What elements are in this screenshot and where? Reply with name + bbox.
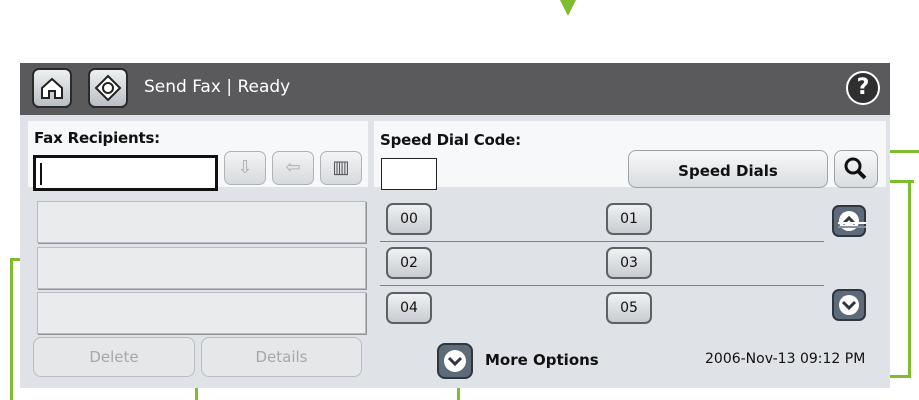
speed-dial-code-04[interactable]: 04: [386, 292, 432, 324]
delete-button[interactable]: Delete: [33, 337, 195, 377]
search-icon: [844, 157, 867, 180]
title-bar: Send Fax | Ready ?: [20, 63, 890, 115]
send-fax-icon: [94, 74, 122, 102]
speed-dial-code-label: Speed Dial Code:: [380, 131, 521, 149]
chevron-down-icon: [444, 350, 466, 372]
callout-line: [908, 180, 911, 377]
list-divider: [380, 241, 824, 242]
scroll-thumb[interactable]: [838, 222, 866, 228]
speed-dial-code-02[interactable]: 02: [386, 247, 432, 279]
backspace-button[interactable]: ⇦: [272, 151, 314, 185]
address-book-icon: ▥: [332, 157, 350, 178]
speed-dial-code-00[interactable]: 00: [386, 203, 432, 235]
home-icon: [41, 77, 63, 99]
callout-line: [10, 258, 13, 400]
fax-recipients-label: Fax Recipients:: [34, 129, 160, 147]
speed-dial-code-05[interactable]: 05: [606, 292, 652, 324]
time-text: 09:12 PM: [799, 351, 866, 367]
scroll-up-button[interactable]: [832, 205, 866, 237]
date-text: 2006-Nov-13: [705, 351, 796, 367]
callout-line: [457, 386, 460, 400]
send-fax-icon-button: [88, 68, 128, 108]
address-book-button[interactable]: ▥: [320, 151, 362, 185]
speed-dial-code-input[interactable]: [381, 158, 437, 190]
speed-dial-code-03[interactable]: 03: [606, 247, 652, 279]
more-options-label[interactable]: More Options: [485, 351, 599, 369]
speed-dials-button[interactable]: Speed Dials: [628, 150, 828, 188]
page-title: Send Fax | Ready: [144, 77, 291, 97]
more-options-button[interactable]: [437, 343, 473, 379]
arrow-left-icon: ⇦: [285, 157, 301, 178]
fax-number-input[interactable]: [33, 155, 218, 191]
recipient-row-1[interactable]: [37, 201, 366, 243]
speed-dial-list: [378, 199, 826, 330]
callout-arrow-top: [560, 0, 576, 16]
chevron-up-icon: [839, 211, 859, 231]
recipient-row-3[interactable]: [37, 292, 366, 334]
scroll-down-button[interactable]: [832, 289, 866, 321]
add-recipient-button[interactable]: ⇩: [224, 151, 266, 185]
arrow-down-icon: ⇩: [237, 157, 253, 178]
text-cursor: [40, 163, 42, 185]
list-divider: [380, 285, 824, 286]
home-button[interactable]: [32, 68, 72, 108]
help-button[interactable]: ?: [846, 71, 880, 105]
speed-dial-code-01[interactable]: 01: [606, 203, 652, 235]
details-button[interactable]: Details: [201, 337, 362, 377]
date-time: 2006-Nov-13 09:12 PM: [705, 351, 865, 367]
chevron-down-icon: [839, 295, 859, 315]
search-button[interactable]: [834, 150, 878, 188]
recipient-row-2[interactable]: [37, 247, 366, 289]
